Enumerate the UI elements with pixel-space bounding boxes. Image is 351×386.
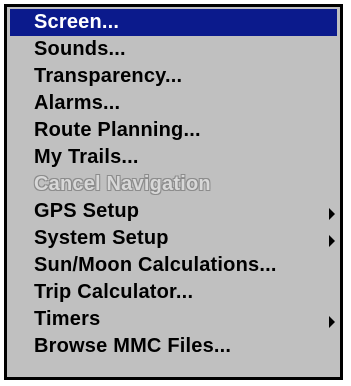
- chevron-right-icon: [329, 208, 335, 220]
- menu-item-label: Route Planning...: [34, 119, 201, 141]
- menu-item-browse-mmc-files[interactable]: Browse MMC Files...: [10, 333, 337, 360]
- menu-item-label: System Setup: [34, 227, 169, 249]
- menu-item-label: Trip Calculator...: [34, 281, 194, 303]
- chevron-right-icon: [329, 235, 335, 247]
- menu-item-trip-calculator[interactable]: Trip Calculator...: [10, 279, 337, 306]
- menu-item-timers[interactable]: Timers: [10, 306, 337, 333]
- menu-item-system-setup[interactable]: System Setup: [10, 225, 337, 252]
- menu-item-label: Screen...: [34, 11, 120, 33]
- menu-item-my-trails[interactable]: My Trails...: [10, 144, 337, 171]
- chevron-right-icon: [329, 316, 335, 328]
- menu-item-cancel-navigation: Cancel Navigation: [10, 171, 337, 198]
- menu-item-label: Alarms...: [34, 92, 121, 114]
- context-menu: Screen... Sounds... Transparency... Alar…: [4, 4, 343, 380]
- menu-item-gps-setup[interactable]: GPS Setup: [10, 198, 337, 225]
- menu-item-label: Timers: [34, 308, 101, 330]
- menu-item-label: Sun/Moon Calculations...: [34, 254, 277, 276]
- menu-item-alarms[interactable]: Alarms...: [10, 90, 337, 117]
- menu-item-sun-moon-calculations[interactable]: Sun/Moon Calculations...: [10, 252, 337, 279]
- menu-item-transparency[interactable]: Transparency...: [10, 63, 337, 90]
- menu-item-label: Transparency...: [34, 65, 183, 87]
- menu-item-label: Cancel Navigation: [34, 173, 211, 195]
- menu-item-label: Sounds...: [34, 38, 126, 60]
- menu-item-label: GPS Setup: [34, 200, 140, 222]
- menu-item-label: Browse MMC Files...: [34, 335, 232, 357]
- menu-item-label: My Trails...: [34, 146, 139, 168]
- menu-item-route-planning[interactable]: Route Planning...: [10, 117, 337, 144]
- menu-item-sounds[interactable]: Sounds...: [10, 36, 337, 63]
- menu-item-screen[interactable]: Screen...: [10, 9, 337, 36]
